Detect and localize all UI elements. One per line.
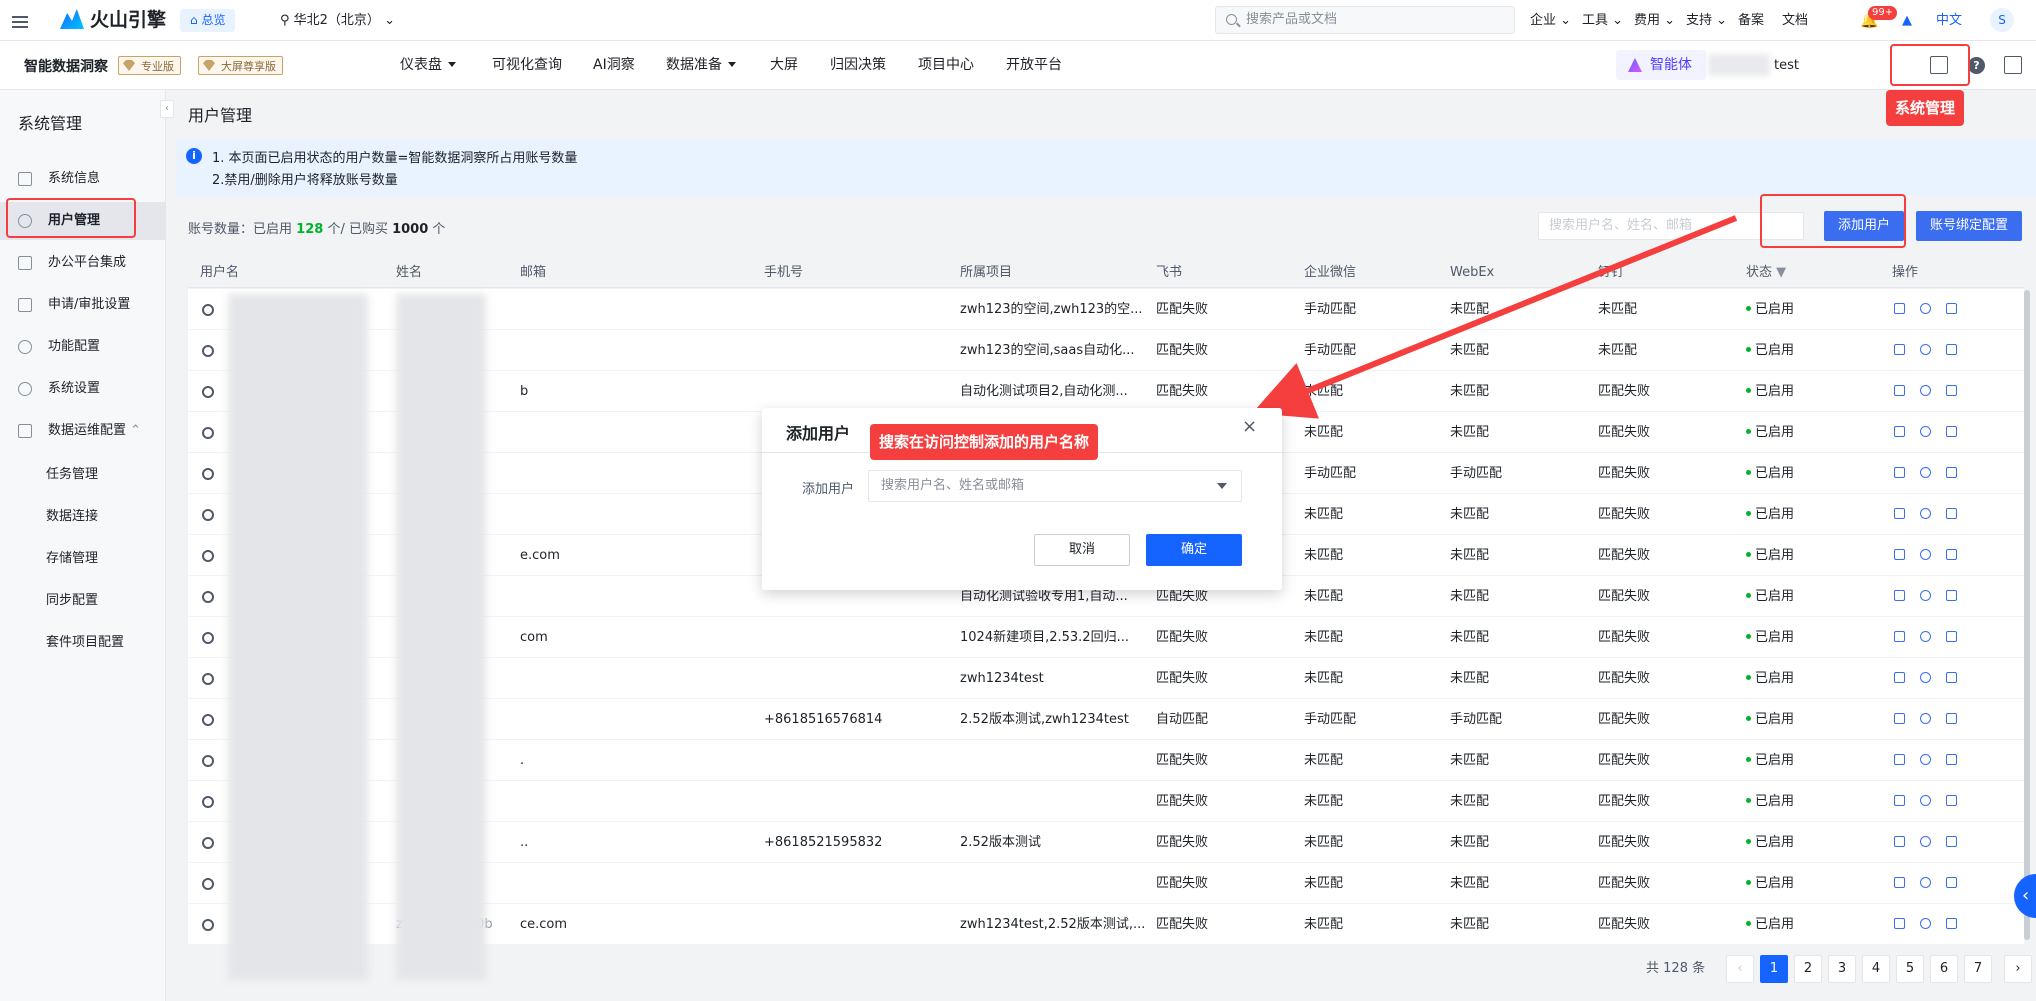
admin-highlight-box [1890, 44, 1970, 86]
page-button[interactable]: 2 [1794, 955, 1822, 983]
page-button[interactable]: 5 [1896, 955, 1924, 983]
prev-page-button[interactable]: ‹ [1726, 955, 1754, 983]
page-button[interactable]: 6 [1930, 955, 1958, 983]
caret-down-icon [1217, 483, 1227, 489]
user-search-select[interactable]: 搜索用户名、姓名或邮箱 [868, 470, 1242, 502]
page-button[interactable]: 1 [1760, 955, 1788, 983]
search-hint-annotation: 搜索在访问控制添加的用户名称 [870, 424, 1099, 460]
pagination-total: 共 128 条 [1646, 961, 1706, 976]
admin-annotation-label: 系统管理 [1886, 90, 1965, 126]
modal-title: 添加用户 [786, 424, 851, 443]
page-button[interactable]: 4 [1862, 955, 1890, 983]
add-user-highlight-box [1760, 194, 1906, 248]
close-icon[interactable]: × [1242, 416, 1257, 437]
cancel-button[interactable]: 取消 [1034, 534, 1130, 566]
page-button[interactable]: 3 [1828, 955, 1856, 983]
user-mgmt-highlight-box [6, 198, 136, 238]
confirm-button[interactable]: 确定 [1146, 534, 1242, 566]
page-button[interactable]: 7 [1964, 955, 1992, 983]
next-page-button[interactable]: › [2004, 955, 2032, 983]
modal-field-label: 添加用户 [802, 482, 855, 497]
table-scrollbar[interactable] [2024, 290, 2030, 940]
